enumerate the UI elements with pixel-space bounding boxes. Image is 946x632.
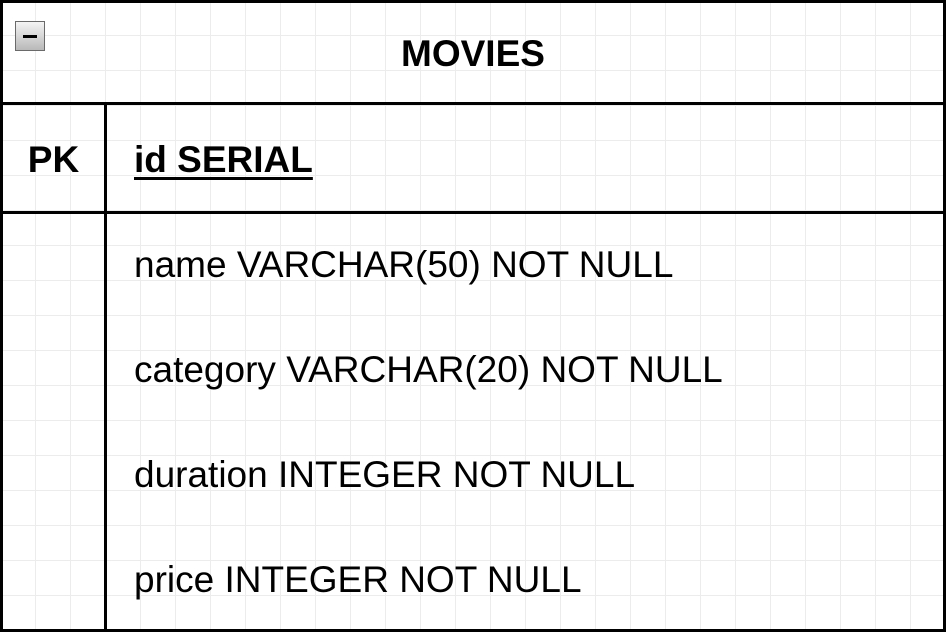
- field-row-name[interactable]: name VARCHAR(50) NOT NULL: [134, 239, 673, 291]
- minus-icon: [23, 35, 37, 38]
- primary-key-divider: [3, 211, 943, 214]
- entity-title: MOVIES: [401, 33, 545, 74]
- field-row-category[interactable]: category VARCHAR(20) NOT NULL: [134, 344, 723, 396]
- primary-key-field[interactable]: id SERIAL: [134, 108, 313, 211]
- entity-header: MOVIES: [3, 3, 943, 105]
- primary-key-label: PK: [27, 139, 80, 180]
- entity-table-movies[interactable]: MOVIES PK id SERIAL name VARCHAR(50) NOT…: [0, 0, 946, 632]
- diagram-canvas: MOVIES PK id SERIAL name VARCHAR(50) NOT…: [0, 0, 946, 632]
- field-row-duration[interactable]: duration INTEGER NOT NULL: [134, 449, 635, 501]
- field-row-price[interactable]: price INTEGER NOT NULL: [134, 554, 582, 606]
- collapse-toggle-button[interactable]: [15, 21, 45, 51]
- key-column-divider: [104, 105, 107, 632]
